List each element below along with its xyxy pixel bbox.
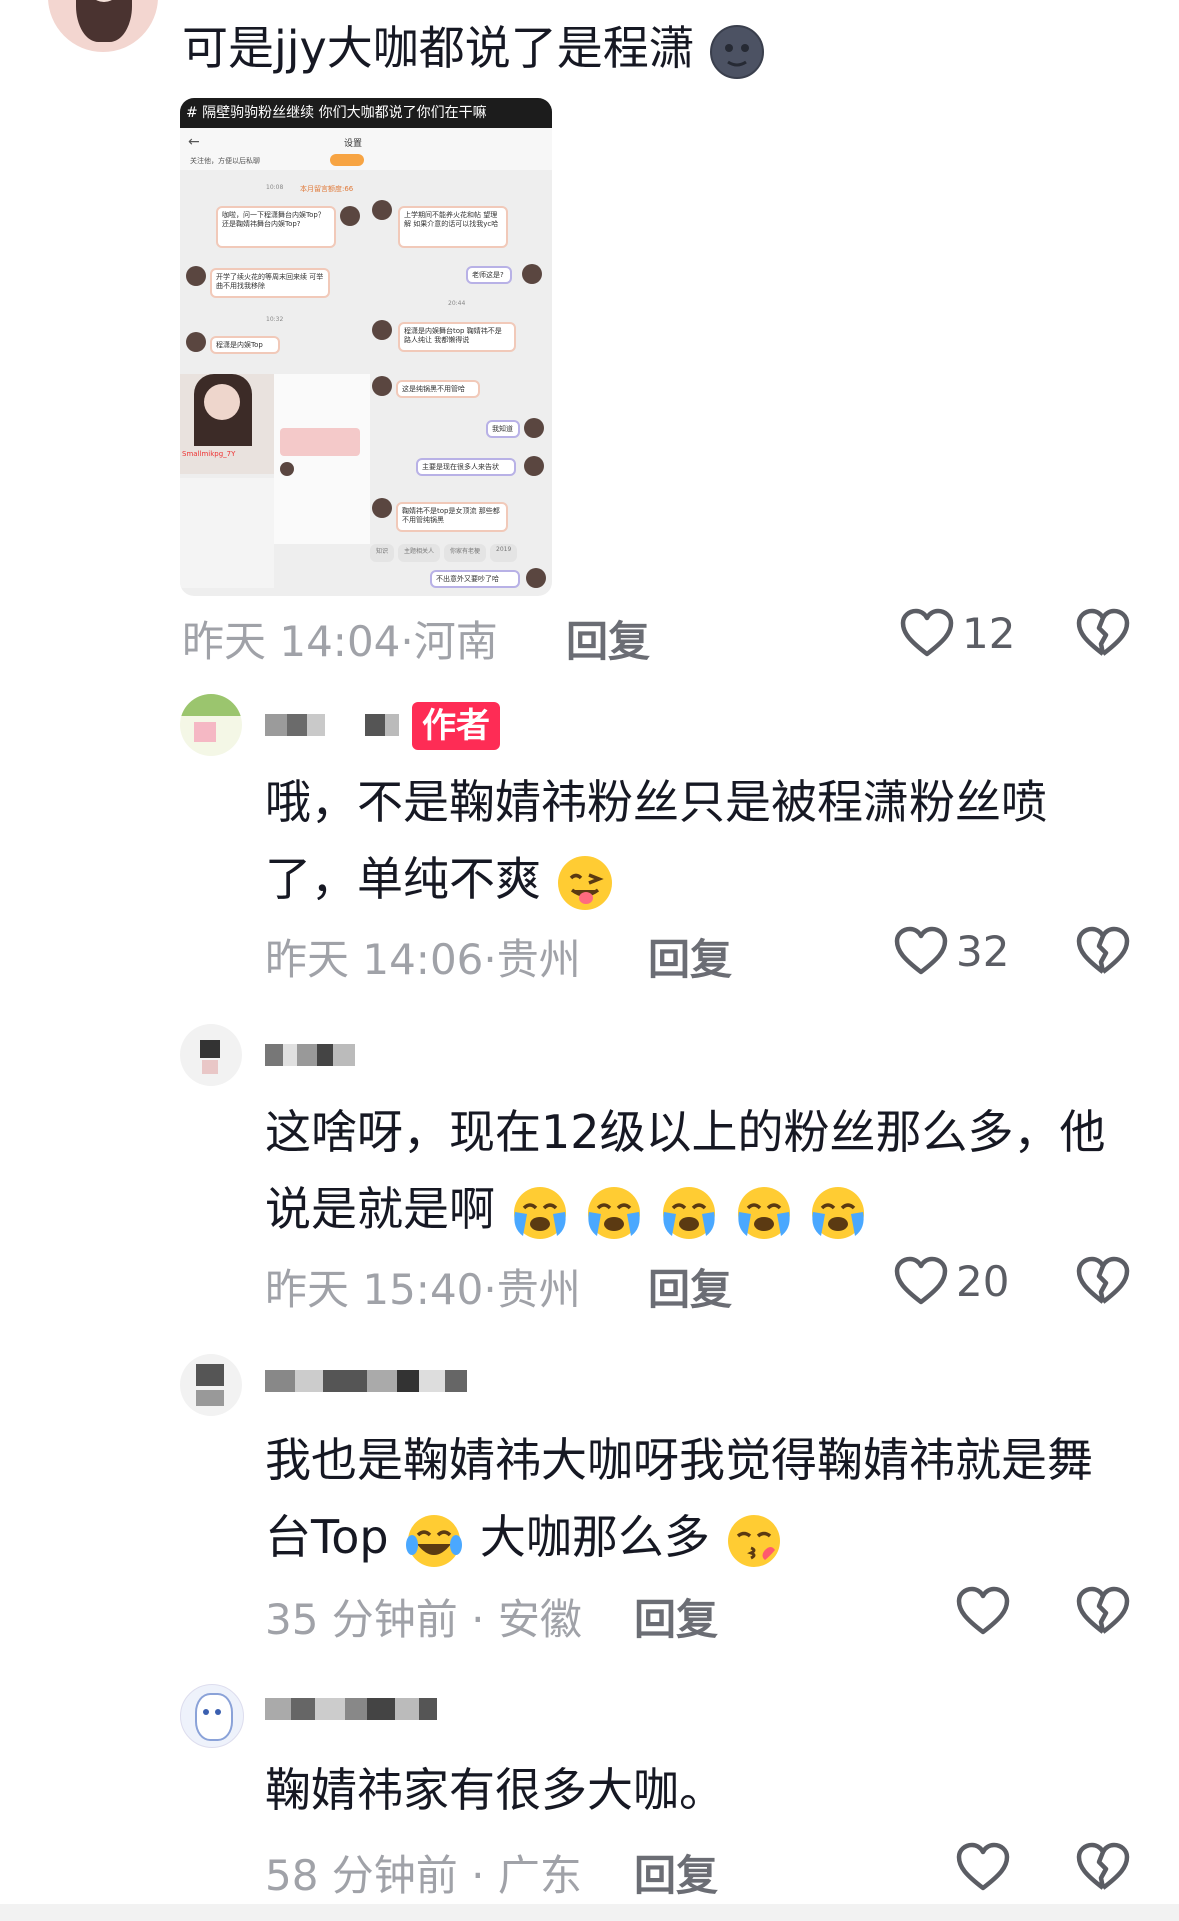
dislike-button[interactable]	[1076, 608, 1130, 658]
quota-text: 本月留言额度:66	[300, 185, 354, 193]
loudly-crying-emoji	[588, 1186, 641, 1239]
chat-bubble: 开学了续火花的等周末回来续 可举曲不用找我移除	[210, 268, 330, 298]
dislike-button[interactable]	[1076, 1586, 1130, 1636]
chat-bubble: 我知道	[486, 420, 520, 438]
reply-button[interactable]: 回复	[648, 1256, 732, 1317]
reply-button[interactable]: 回复	[566, 608, 650, 669]
like-button[interactable]	[956, 1842, 1018, 1892]
tears-of-joy-emoji	[406, 1514, 463, 1567]
heart-outline-icon	[900, 608, 954, 657]
author-badge: 作者	[412, 702, 500, 750]
commenter-avatar[interactable]	[180, 1684, 244, 1748]
comment-meta: 58 分钟前 · 广东	[265, 1851, 582, 1900]
commenter-avatar[interactable]	[180, 694, 242, 756]
new-moon-face-emoji	[710, 24, 765, 79]
heart-outline-icon	[956, 1842, 1010, 1891]
like-button[interactable]	[956, 1586, 1018, 1636]
profile-name: Smallmikpg_7Y	[182, 450, 236, 458]
chat-bubble: 主要是现在很多人来告状	[416, 458, 516, 476]
chat-bubble: 这是纯锅黑不用管哈	[396, 380, 480, 398]
loudly-crying-emoji	[737, 1186, 790, 1239]
kissing-emoji	[727, 1514, 780, 1567]
comment-text: 鞠婧祎家有很多大咖。	[265, 1763, 725, 1817]
comment-meta: 昨天 14:06·贵州	[265, 935, 581, 984]
heart-outline-icon	[894, 1256, 948, 1305]
settings-text: 设置	[344, 139, 363, 149]
chat-bubble: 鞠婧祎不是top是女顶流 那些都不用管纯锅黑	[396, 502, 508, 532]
chat-bubble: 程潇是内娱舞台top 鞠婧祎不是 路人纯让 我都懒得说	[398, 322, 516, 352]
reply-button[interactable]: 回复	[634, 1586, 718, 1647]
comment-text: 可是jjy大咖都说了是程潇	[182, 10, 765, 87]
commenter-avatar[interactable]	[180, 1024, 242, 1086]
username-redacted	[265, 1698, 437, 1720]
loudly-crying-emoji	[662, 1186, 715, 1239]
image-header-text: # 隔壁驹驹粉丝继续 你们大咖都说了你们在干嘛	[180, 98, 552, 128]
like-button[interactable]: 12	[900, 608, 1015, 658]
back-arrow-icon: ←	[188, 134, 200, 150]
comment-meta: 35 分钟前 · 安徽	[265, 1595, 582, 1644]
chat-bubble: 不出意外又要吵了哈	[430, 570, 520, 588]
like-button[interactable]: 20	[894, 1256, 1009, 1306]
chat-bubble: 程潇是内娱Top	[210, 336, 280, 354]
winking-tongue-emoji	[557, 855, 612, 910]
comment-text: 哦，不是鞠婧祎粉丝只是被程潇粉丝喷了，单纯不爽	[265, 764, 1125, 918]
dislike-button[interactable]	[1076, 1256, 1130, 1306]
bottom-divider	[0, 1904, 1179, 1921]
loudly-crying-emoji	[812, 1186, 865, 1239]
dislike-button[interactable]	[1076, 1842, 1130, 1892]
username-redacted	[265, 1370, 467, 1392]
username-redacted	[265, 714, 399, 736]
dislike-button[interactable]	[1076, 926, 1130, 976]
comment-text: 我也是鞠婧祎大咖呀我觉得鞠婧祎就是舞台Top 大咖那么多	[265, 1422, 1125, 1576]
like-button[interactable]: 32	[894, 926, 1009, 976]
crying-emoji-group	[510, 1182, 869, 1239]
commenter-avatar[interactable]	[180, 1354, 242, 1416]
username-redacted	[265, 1044, 355, 1066]
comment-image[interactable]: # 隔壁驹驹粉丝继续 你们大咖都说了你们在干嘛 ← 设置 关注他，方便以后私聊 …	[180, 98, 552, 596]
comment-meta: 昨天 15:40·贵州	[265, 1265, 581, 1314]
loudly-crying-emoji	[513, 1186, 566, 1239]
like-count: 12	[962, 608, 1016, 658]
heart-outline-icon	[956, 1586, 1010, 1635]
chat-bubble: 咖啦，问一下程潇舞台内娱Top？还是鞠婧祎舞台内娱Top?	[216, 206, 336, 248]
comment-text: 这啥呀，现在12级以上的粉丝那么多，他说是就是啊	[265, 1094, 1125, 1248]
chat-bubble: 上学期间不能养火花和帖 望理解 如果介意的话可以找我yc哈	[398, 206, 508, 248]
heart-outline-icon	[894, 926, 948, 975]
comment-meta: 昨天 14:04·河南	[182, 617, 498, 666]
like-count: 20	[956, 1256, 1010, 1306]
commenter-avatar[interactable]	[48, 0, 158, 52]
chat-bubble: 老师这是?	[466, 266, 512, 284]
like-count: 32	[956, 926, 1010, 976]
reply-button[interactable]: 回复	[634, 1842, 718, 1903]
follow-hint: 关注他，方便以后私聊	[190, 157, 260, 165]
reply-button[interactable]: 回复	[648, 926, 732, 987]
